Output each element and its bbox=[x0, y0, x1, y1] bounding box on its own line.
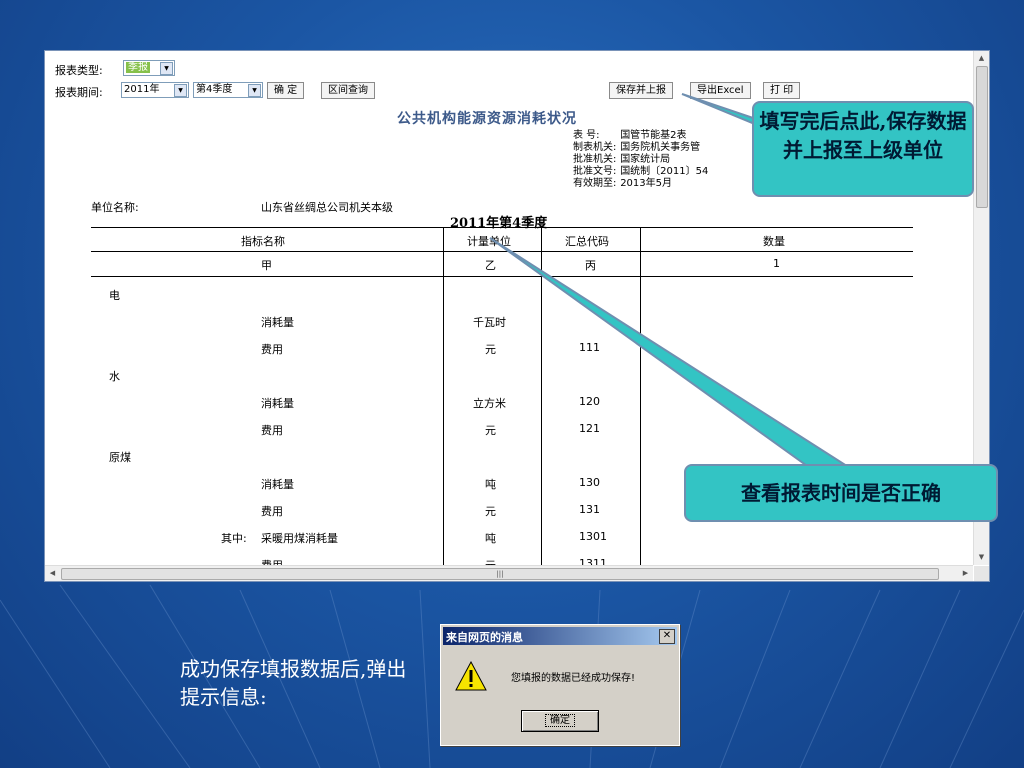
warning-icon bbox=[455, 661, 487, 691]
confirm-button[interactable]: 确 定 bbox=[267, 82, 305, 99]
row-indicator-name: 采暖用煤消耗量 bbox=[261, 532, 338, 545]
header-unit: 计量单位 bbox=[467, 235, 511, 248]
header-quantity: 数量 bbox=[763, 235, 785, 248]
report-type-value: 季报 bbox=[126, 62, 150, 73]
dialog-title: 来自网页的消息 bbox=[446, 631, 523, 644]
row-indicator-name: 电 bbox=[109, 289, 120, 302]
row-indicator-name: 消耗量 bbox=[261, 316, 294, 329]
report-period: 2011年第4季度 bbox=[450, 216, 548, 231]
header-indicator-name: 指标名称 bbox=[241, 235, 285, 248]
dropdown-arrow-icon: ▼ bbox=[160, 62, 173, 75]
report-type-label: 报表类型: bbox=[55, 64, 103, 77]
export-excel-button[interactable]: 导出Excel bbox=[690, 82, 751, 99]
subheader-bing: 丙 bbox=[585, 259, 596, 272]
row-indicator-name: 费用 bbox=[261, 424, 283, 437]
row-code: 1311 bbox=[579, 557, 607, 565]
table-header-rule bbox=[91, 251, 913, 252]
range-query-button[interactable]: 区间查询 bbox=[321, 82, 375, 99]
subheader-one: 1 bbox=[773, 257, 780, 270]
report-meta: 表 号: 国管节能基2表 制表机关: 国务院机关事务管 批准机关: 国家统计局 … bbox=[573, 130, 708, 190]
row-indicator-name: 消耗量 bbox=[261, 397, 294, 410]
row-code: 121 bbox=[579, 422, 600, 435]
year-value: 2011年 bbox=[124, 84, 160, 95]
row-code: 131 bbox=[579, 503, 600, 516]
save-hint-text: 填写完后点此,保存数据并上报至上级单位 bbox=[759, 109, 967, 162]
table-top-rule bbox=[91, 227, 913, 228]
close-icon[interactable]: ✕ bbox=[659, 629, 675, 644]
dialog-message: 您填报的数据已经成功保存! bbox=[511, 673, 636, 684]
dropdown-arrow-icon: ▼ bbox=[248, 84, 261, 97]
scrollbar-corner bbox=[974, 566, 989, 581]
row-indicator-name: 原煤 bbox=[109, 451, 131, 464]
row-indicator-name: 费用 bbox=[261, 557, 283, 565]
message-dialog: 来自网页的消息 ✕ 您填报的数据已经成功保存! 确定 bbox=[440, 624, 680, 746]
table-col-divider bbox=[541, 227, 542, 565]
horizontal-scrollbar[interactable]: ◀ ||| ▶ bbox=[45, 565, 973, 581]
scroll-thumb[interactable] bbox=[976, 66, 988, 208]
row-unit: 吨 bbox=[485, 532, 496, 545]
table-col-divider bbox=[640, 227, 641, 565]
scroll-right-icon[interactable]: ▶ bbox=[958, 566, 973, 581]
meta-row: 制表机关: 国务院机关事务管 bbox=[573, 142, 701, 153]
scroll-thumb[interactable]: ||| bbox=[61, 568, 939, 580]
time-hint-callout: 查看报表时间是否正确 bbox=[684, 464, 998, 522]
save-hint-callout: 填写完后点此,保存数据并上报至上级单位 bbox=[752, 101, 974, 197]
row-indicator-name: 费用 bbox=[261, 343, 283, 356]
row-indicator-name: 消耗量 bbox=[261, 478, 294, 491]
unit-label: 单位名称: bbox=[91, 201, 139, 214]
row-unit: 元 bbox=[485, 424, 496, 437]
scroll-up-icon[interactable]: ▲ bbox=[974, 51, 989, 66]
save-and-report-button[interactable]: 保存并上报 bbox=[609, 82, 673, 99]
scroll-down-icon[interactable]: ▼ bbox=[974, 550, 989, 565]
header-code: 汇总代码 bbox=[565, 235, 609, 248]
scroll-left-icon[interactable]: ◀ bbox=[45, 566, 60, 581]
row-unit: 千瓦时 bbox=[473, 316, 506, 329]
row-unit: 元 bbox=[485, 505, 496, 518]
unit-name: 山东省丝绸总公司机关本级 bbox=[261, 201, 393, 214]
subheader-jia: 甲 bbox=[261, 259, 272, 272]
row-code: 111 bbox=[579, 341, 600, 354]
row-code: 130 bbox=[579, 476, 600, 489]
quarter-select[interactable]: 第4季度 ▼ bbox=[193, 82, 263, 98]
table-subheader-rule bbox=[91, 276, 913, 277]
row-indicator-name: 水 bbox=[109, 370, 120, 383]
row-unit: 元 bbox=[485, 557, 496, 565]
meta-row: 有效期至: 2013年5月 bbox=[573, 178, 672, 189]
caption-text: 成功保存填报数据后,弹出提示信息: bbox=[180, 657, 407, 709]
row-prefix: 其中: bbox=[221, 532, 247, 545]
row-unit: 吨 bbox=[485, 478, 496, 491]
meta-row: 批准机关: 国家统计局 bbox=[573, 154, 671, 165]
subheader-yi: 乙 bbox=[485, 259, 496, 272]
table-col-divider bbox=[443, 227, 444, 565]
row-code: 120 bbox=[579, 395, 600, 408]
row-indicator-name: 费用 bbox=[261, 505, 283, 518]
report-type-select[interactable]: 季报 ▼ bbox=[123, 60, 175, 76]
time-hint-text: 查看报表时间是否正确 bbox=[741, 481, 941, 505]
row-unit: 元 bbox=[485, 343, 496, 356]
row-unit: 立方米 bbox=[473, 397, 506, 410]
quarter-value: 第4季度 bbox=[196, 84, 233, 95]
year-select[interactable]: 2011年 ▼ bbox=[121, 82, 189, 98]
print-button[interactable]: 打 印 bbox=[763, 82, 801, 99]
meta-row: 批准文号: 国统制〔2011〕54 bbox=[573, 166, 709, 177]
meta-row: 表 号: 国管节能基2表 bbox=[573, 130, 687, 141]
dialog-ok-button[interactable]: 确定 bbox=[521, 710, 599, 732]
report-period-label: 报表期间: bbox=[55, 86, 103, 99]
row-code: 1301 bbox=[579, 530, 607, 543]
dialog-titlebar: 来自网页的消息 ✕ bbox=[443, 627, 677, 645]
dropdown-arrow-icon: ▼ bbox=[174, 84, 187, 97]
report-title: 公共机构能源资源消耗状况 bbox=[397, 111, 577, 127]
